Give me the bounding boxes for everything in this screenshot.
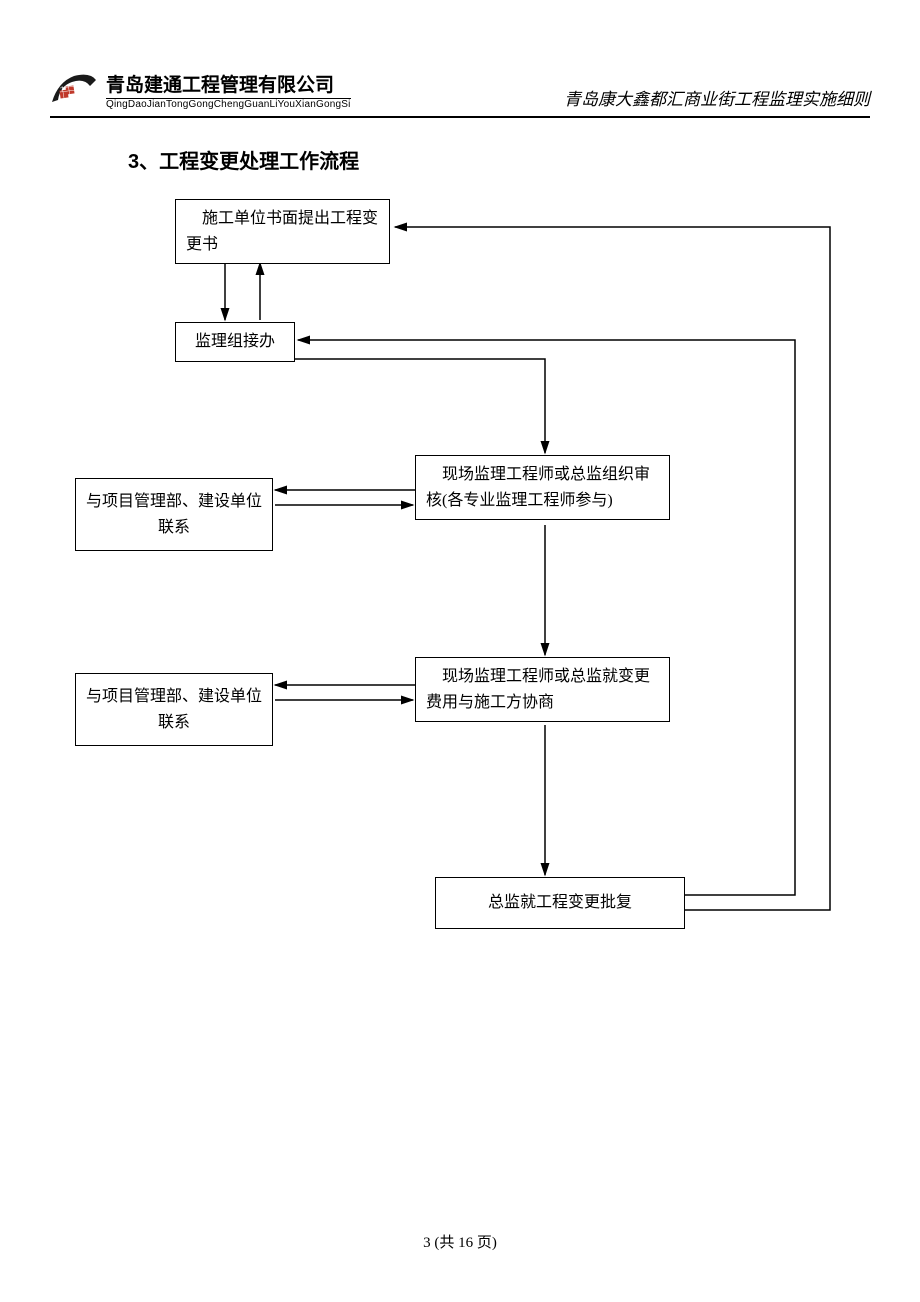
flowchart-connectors (75, 195, 855, 945)
flowchart-box-2: 监理组接办 (175, 322, 295, 362)
flowchart-diagram: 施工单位书面提出工程变更书 监理组接办 与项目管理部、建设单位联系 现场监理工程… (75, 195, 855, 945)
company-name: 青岛建通工程管理有限公司 (106, 70, 351, 99)
logo-block: 青岛建通工程管理有限公司 QingDaoJianTongGongChengGua… (50, 70, 351, 110)
flowchart-box-7: 总监就工程变更批复 (435, 877, 685, 929)
page-header: 青岛建通工程管理有限公司 QingDaoJianTongGongChengGua… (50, 70, 870, 118)
flowchart-box-6: 现场监理工程师或总监就变更费用与施工方协商 (415, 657, 670, 722)
flowchart-box-4: 现场监理工程师或总监组织审核(各专业监理工程师参与) (415, 455, 670, 520)
logo-text: 青岛建通工程管理有限公司 QingDaoJianTongGongChengGua… (106, 70, 351, 110)
flowchart-box-5: 与项目管理部、建设单位联系 (75, 673, 273, 746)
flowchart-box-3: 与项目管理部、建设单位联系 (75, 478, 273, 551)
company-logo-icon (50, 72, 98, 108)
section-title: 3、工程变更处理工作流程 (128, 145, 359, 174)
page-footer: 3 (共 16 页) (0, 1231, 920, 1252)
flowchart-box-1: 施工单位书面提出工程变更书 (175, 199, 390, 264)
document-title: 青岛康大鑫都汇商业街工程监理实施细则 (564, 85, 870, 110)
company-pinyin: QingDaoJianTongGongChengGuanLiYouXianGon… (106, 99, 351, 110)
